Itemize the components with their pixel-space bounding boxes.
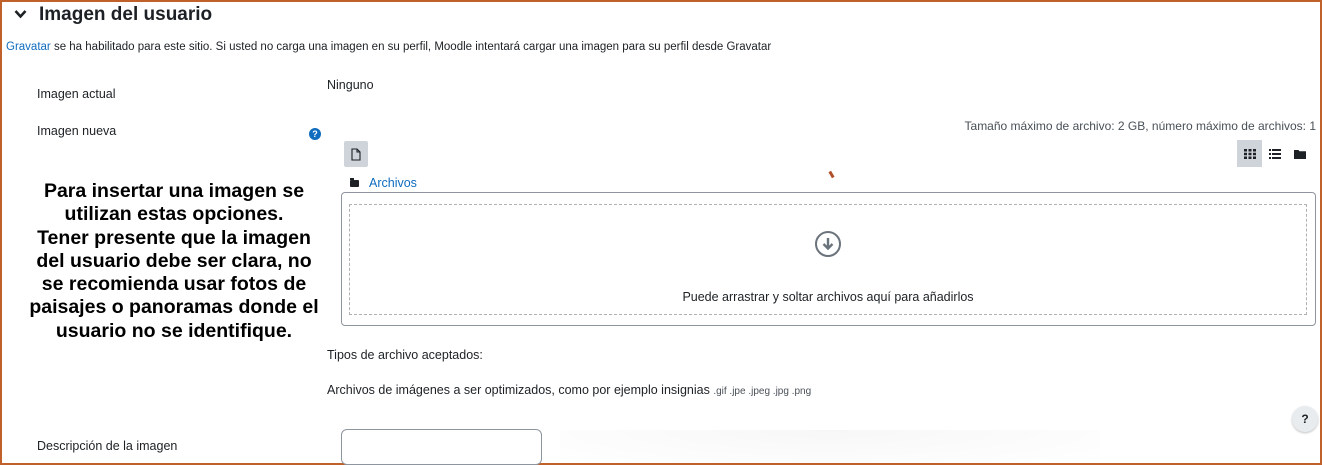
file-dropzone[interactable]: Puede arrastrar y soltar archivos aquí p… (349, 204, 1307, 315)
icon-view-grid-icon (1243, 148, 1256, 159)
gravatar-note: Gravatar se ha habilitado para este siti… (6, 41, 771, 53)
download-arrow-icon (815, 231, 841, 257)
current-image-value: Ninguno (327, 78, 374, 92)
chevron-down-icon (14, 6, 27, 23)
folder-view-icon (1293, 149, 1306, 159)
gravatar-note-text: se ha habilitado para este sitio. Si ust… (50, 41, 772, 53)
add-file-button[interactable] (344, 141, 368, 167)
gravatar-link[interactable]: Gravatar (6, 41, 51, 53)
view-mode-group (1237, 140, 1312, 167)
new-image-label: Imagen nueva (37, 124, 117, 138)
accepted-types-title: Tipos de archivo aceptados: (327, 348, 483, 362)
section-toggle-user-image[interactable]: Imagen del usuario (14, 4, 212, 26)
section-title: Imagen del usuario (39, 4, 213, 25)
current-image-label: Imagen actual (37, 87, 116, 101)
callout-line-2: Tener presente que la imagen del usuario… (29, 226, 319, 342)
view-list-button[interactable] (1262, 140, 1287, 167)
view-tree-button[interactable] (1287, 140, 1312, 167)
image-description-label: Descripción de la imagen (37, 439, 178, 453)
view-icons-button[interactable] (1237, 140, 1262, 167)
callout-line-1: Para insertar una imagen se utilizan est… (43, 180, 305, 226)
accepted-types-description: Archivos de imágenes a ser optimizados, … (327, 383, 811, 397)
folder-breadcrumb: Archivos (350, 176, 417, 190)
instruction-callout: Para insertar una imagen se utilizan est… (24, 180, 324, 343)
file-manager: Puede arrastrar y soltar archivos aquí p… (341, 192, 1316, 326)
folder-link-archivos[interactable]: Archivos (369, 176, 417, 190)
accepted-types-extensions: .gif .jpe .jpeg .jpg .png (713, 386, 812, 397)
image-description-input[interactable] (341, 429, 542, 465)
dropzone-text: Puede arrastrar y soltar archivos aquí p… (682, 290, 974, 304)
folder-icon (350, 177, 359, 187)
help-floating-button[interactable]: ? (1292, 406, 1318, 432)
file-limits-text: Tamaño máximo de archivo: 2 GB, número m… (964, 119, 1316, 133)
background-shadow (560, 430, 1100, 464)
list-view-icon (1268, 148, 1281, 159)
help-icon[interactable]: ? (309, 128, 321, 140)
add-file-icon (351, 147, 361, 161)
accepted-types-desc-text: Archivos de imágenes a ser optimizados, … (327, 383, 710, 397)
